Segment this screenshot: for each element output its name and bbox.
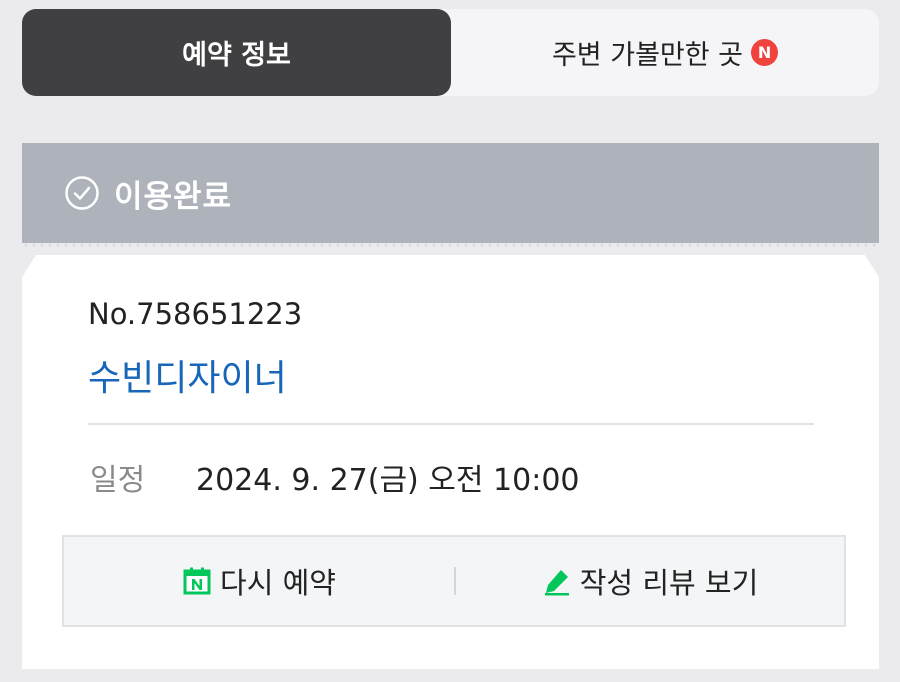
rebook-label: 다시 예약 bbox=[220, 566, 336, 600]
reservation-card: No.758651223 수빈디자이너 일정 2024. 9. 27(금) 오전… bbox=[22, 255, 879, 669]
schedule-value: 2024. 9. 27(금) 오전 10:00 bbox=[196, 463, 580, 498]
new-badge: N bbox=[751, 39, 779, 66]
reservation-number: No.758651223 bbox=[88, 297, 303, 331]
tab-bar: 예약 정보 주변 가볼만한 곳 N bbox=[22, 9, 879, 96]
view-review-button[interactable]: 작성 리뷰 보기 bbox=[456, 537, 844, 625]
view-review-label: 작성 리뷰 보기 bbox=[579, 566, 759, 600]
shop-name-link[interactable]: 수빈디자이너 bbox=[88, 349, 287, 401]
tab-reservation-info-label: 예약 정보 bbox=[182, 40, 291, 71]
check-circle-icon bbox=[65, 176, 99, 210]
schedule-label: 일정 bbox=[90, 463, 146, 498]
status-banner: 이용완료 bbox=[22, 143, 879, 243]
divider bbox=[88, 423, 814, 425]
status-label: 이용완료 bbox=[114, 178, 233, 215]
tab-reservation-info[interactable]: 예약 정보 bbox=[22, 9, 451, 96]
action-bar: 다시 예약 작성 리뷰 보기 bbox=[62, 535, 846, 627]
tab-nearby-places-label: 주변 가볼만한 곳 bbox=[551, 40, 744, 71]
naver-calendar-icon bbox=[183, 567, 211, 595]
rebook-button[interactable]: 다시 예약 bbox=[64, 537, 454, 625]
tab-nearby-places[interactable]: 주변 가볼만한 곳 N bbox=[451, 9, 879, 96]
ticket-perforation bbox=[22, 243, 879, 247]
pencil-icon bbox=[544, 570, 569, 596]
